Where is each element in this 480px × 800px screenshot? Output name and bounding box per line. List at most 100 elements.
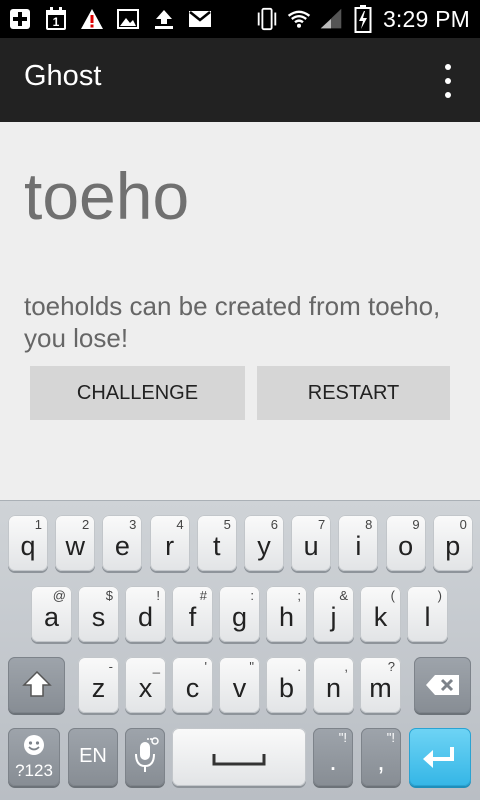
key-hint: ): [437, 588, 442, 603]
space-key[interactable]: [172, 728, 306, 786]
comma-key[interactable]: "! ,: [361, 728, 401, 786]
upload-icon: [152, 7, 176, 31]
key-label: e: [114, 531, 130, 561]
emoji-icon: [23, 734, 45, 761]
status-message: toeholds can be created from toeho, you …: [24, 291, 441, 353]
language-label: EN: [79, 745, 107, 767]
key-hint: 4: [176, 517, 184, 532]
key-s[interactable]: $ s: [78, 586, 119, 642]
key-hint: ": [249, 659, 254, 674]
key-label: w: [65, 531, 85, 561]
clock: 3:29 PM: [382, 5, 470, 32]
key-r[interactable]: 4r: [149, 515, 190, 571]
key-i[interactable]: 8i: [338, 515, 379, 571]
key-label: i: [355, 531, 362, 561]
key-q[interactable]: 1q: [8, 515, 48, 571]
key-hint: _: [152, 659, 160, 674]
key-label: t: [213, 531, 221, 561]
key-label: v: [232, 673, 247, 703]
key-d[interactable]: ! d: [125, 586, 166, 642]
battery-charging-icon: [351, 5, 375, 33]
enter-key[interactable]: [409, 728, 471, 786]
key-g[interactable]: :g: [219, 586, 260, 642]
key-hint: !: [156, 588, 160, 603]
key-t[interactable]: 5t: [196, 515, 237, 571]
key-label: l: [424, 602, 431, 632]
key-hint: 2: [81, 517, 90, 532]
period-hint: "!: [338, 730, 347, 745]
key-label: n: [325, 673, 342, 703]
key-label: u: [303, 531, 319, 561]
shift-key[interactable]: [8, 657, 65, 713]
comma-hint: "!: [386, 730, 395, 745]
key-hint: $: [105, 588, 113, 603]
gmail-icon: [188, 7, 212, 31]
key-label: g: [231, 602, 248, 632]
shift-icon: [22, 669, 52, 704]
key-l[interactable]: ) l: [407, 586, 448, 642]
key-b[interactable]: .b: [266, 657, 307, 713]
key-e[interactable]: 3e: [102, 515, 143, 571]
language-key[interactable]: EN: [68, 728, 118, 786]
status-bar: 1 3:29 PM: [0, 0, 480, 38]
key-n[interactable]: ,n: [313, 657, 354, 713]
key-label: b: [278, 673, 295, 703]
key-hint: 6: [270, 517, 278, 532]
period-key[interactable]: "! .: [313, 728, 353, 786]
key-m[interactable]: ? m: [360, 657, 401, 713]
key-hint: .: [297, 659, 301, 674]
key-o[interactable]: 9o: [385, 515, 426, 571]
key-hint: 3: [129, 517, 137, 532]
warning-icon: [80, 7, 104, 31]
key-hint: 7: [317, 517, 326, 532]
key-hint: &: [339, 588, 348, 603]
key-hint: ,: [344, 659, 348, 674]
comma-label: ,: [377, 746, 385, 776]
key-h[interactable]: ; h: [266, 586, 307, 642]
backspace-key[interactable]: [414, 657, 471, 713]
key-hint: 1: [34, 517, 42, 532]
key-hint: -: [108, 659, 113, 674]
key-y[interactable]: 6y: [244, 515, 284, 571]
enter-icon: [422, 745, 458, 774]
key-z[interactable]: -z: [78, 657, 119, 713]
key-w[interactable]: 2w: [55, 515, 96, 571]
key-j[interactable]: & j: [313, 586, 354, 642]
key-hint: ;: [297, 588, 301, 603]
calendar-icon: 1: [44, 7, 68, 31]
action-bar: Ghost: [0, 38, 480, 122]
key-hint: :: [250, 588, 254, 603]
overflow-menu-icon[interactable]: [438, 64, 458, 98]
key-label: d: [137, 602, 154, 632]
voice-input-key[interactable]: [125, 728, 165, 786]
key-label: s: [91, 602, 106, 632]
key-a[interactable]: @ a: [31, 586, 72, 642]
system-icons: 3:29 PM: [255, 4, 470, 34]
key-hint: 5: [223, 517, 231, 532]
restart-button[interactable]: RESTART: [257, 366, 450, 420]
key-label: z: [91, 673, 106, 703]
key-label: j: [330, 602, 337, 632]
key-hint: ': [204, 659, 207, 674]
key-v[interactable]: " v: [219, 657, 260, 713]
key-label: a: [43, 602, 60, 632]
key-hint: 0: [459, 517, 467, 532]
key-p[interactable]: 0p: [432, 515, 473, 571]
key-label: x: [138, 673, 153, 703]
key-x[interactable]: _ x: [125, 657, 166, 713]
challenge-button[interactable]: CHALLENGE: [30, 366, 245, 420]
key-k[interactable]: (k: [360, 586, 401, 642]
backspace-icon: [425, 673, 461, 702]
key-hint: ?: [387, 659, 395, 674]
calendar-day: 1: [53, 15, 60, 29]
image-icon: [116, 7, 140, 31]
key-u[interactable]: 7u: [291, 515, 332, 571]
symbols-key[interactable]: ?123: [8, 728, 60, 786]
key-f[interactable]: # f: [172, 586, 213, 642]
notification-icons: 1: [8, 5, 212, 33]
key-hint: 9: [412, 517, 420, 532]
key-hint: (: [390, 588, 395, 603]
plus-icon: [8, 7, 32, 31]
key-label: y: [257, 531, 271, 561]
key-c[interactable]: ' c: [172, 657, 213, 713]
